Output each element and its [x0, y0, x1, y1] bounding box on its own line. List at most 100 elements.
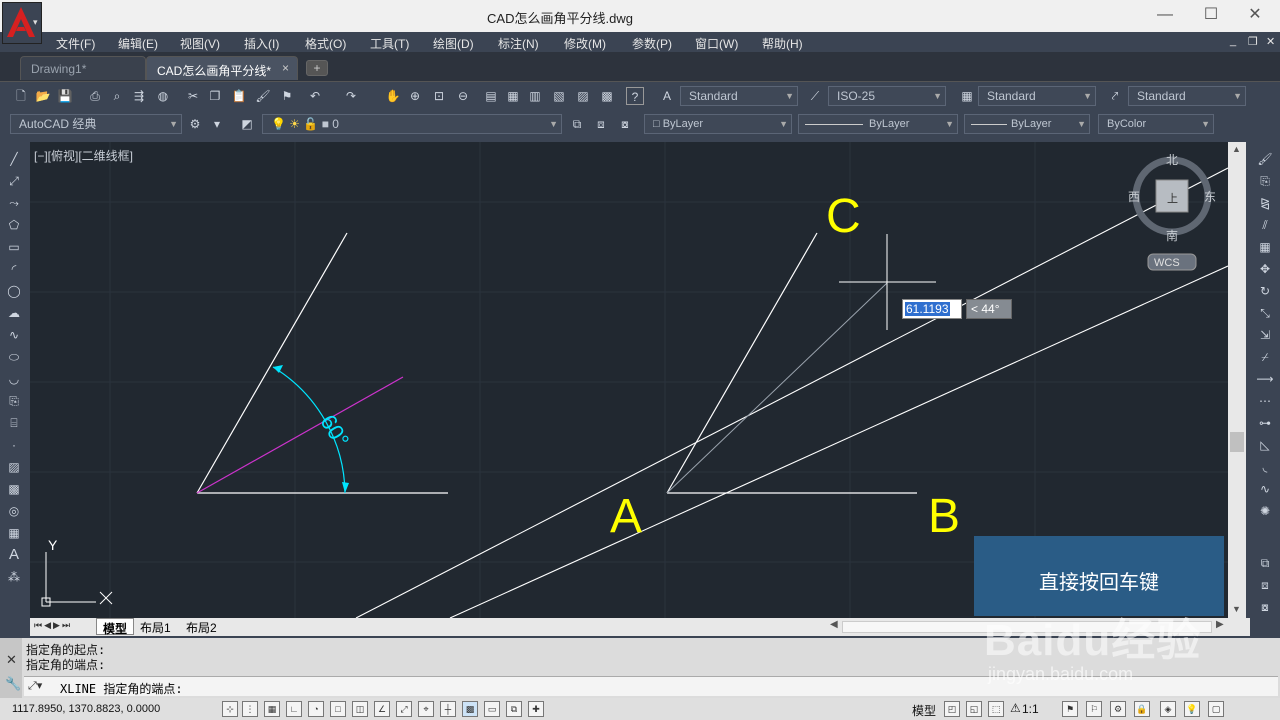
menu-modify[interactable]: 修改(M): [564, 35, 606, 52]
polyline-tool-icon[interactable]: ⤳: [5, 194, 23, 212]
ellipse-tool-icon[interactable]: ⬭: [5, 348, 23, 366]
dynamic-angle-input[interactable]: < 44°: [966, 299, 1012, 319]
maximize-viewport-icon[interactable]: ⬚: [988, 701, 1004, 717]
plotstyle-select[interactable]: ByColor ▼: [1098, 114, 1214, 134]
undo-icon[interactable]: ↶: [306, 87, 324, 105]
open-icon[interactable]: 📂: [34, 87, 52, 105]
tab-model[interactable]: 模型: [96, 618, 135, 636]
tab-layout1[interactable]: 布局1: [136, 618, 175, 635]
table-style-select[interactable]: Standard ▼: [978, 86, 1096, 106]
command-grip[interactable]: ✕ 🔧: [0, 638, 22, 698]
isolate-objects-icon[interactable]: 💡: [1184, 701, 1200, 717]
help-icon[interactable]: ?: [626, 87, 644, 105]
transparency-icon[interactable]: ▩: [462, 701, 478, 717]
menu-tools[interactable]: 工具(T): [370, 35, 409, 52]
scroll-right-icon[interactable]: ▶: [1216, 619, 1224, 630]
tool-palettes-icon[interactable]: ▥: [526, 87, 544, 105]
doc-close-icon[interactable]: ✕: [1266, 35, 1275, 48]
hatch-tool-icon[interactable]: ▨: [5, 458, 23, 476]
layer-previous-icon[interactable]: ⧈: [592, 115, 610, 133]
spline-tool-icon[interactable]: ∿: [5, 326, 23, 344]
annotation-visibility-icon[interactable]: ⚑: [1062, 701, 1078, 717]
fillet-tool-icon[interactable]: ◟: [1256, 458, 1274, 476]
scale-tool-icon[interactable]: ⤡: [1256, 304, 1274, 322]
clean-screen-icon[interactable]: ▢: [1208, 701, 1224, 717]
calculator-icon[interactable]: ▩: [598, 87, 616, 105]
array-tool-icon[interactable]: ▦: [1256, 238, 1274, 256]
text-style-select[interactable]: Standard ▼: [680, 86, 798, 106]
lineweight-icon[interactable]: ┼: [440, 701, 456, 717]
customize-icon[interactable]: ▾: [208, 115, 226, 133]
send-back-icon[interactable]: ⧇: [1256, 598, 1274, 616]
sheet-set-icon[interactable]: ▧: [550, 87, 568, 105]
gradient-tool-icon[interactable]: ▩: [5, 480, 23, 498]
toolbar-lock-icon[interactable]: 🔒: [1134, 701, 1150, 717]
point-tool-icon[interactable]: ·: [5, 436, 23, 454]
region-tool-icon[interactable]: ◎: [5, 502, 23, 520]
menu-help[interactable]: 帮助(H): [762, 35, 803, 52]
join-tool-icon[interactable]: ⊶: [1256, 414, 1274, 432]
new-tab-icon[interactable]: +: [306, 60, 328, 76]
erase-tool-icon[interactable]: 🖌: [1256, 150, 1274, 168]
bring-front-icon[interactable]: ⧈: [1256, 576, 1274, 594]
maximize-button[interactable]: ☐: [1188, 4, 1234, 28]
annotation-monitor-icon[interactable]: ✚: [528, 701, 544, 717]
rectangle-tool-icon[interactable]: ▭: [5, 238, 23, 256]
quick-view-drawings-icon[interactable]: ◱: [966, 701, 982, 717]
chamfer-tool-icon[interactable]: ◺: [1256, 436, 1274, 454]
offset-tool-icon[interactable]: ⫽: [1256, 216, 1274, 234]
table-tool-icon[interactable]: ▦: [5, 524, 23, 542]
blend-tool-icon[interactable]: ∿: [1256, 480, 1274, 498]
quick-properties-icon[interactable]: ▭: [484, 701, 500, 717]
scroll-thumb[interactable]: [1230, 432, 1244, 452]
rotate-tool-icon[interactable]: ↻: [1256, 282, 1274, 300]
arc-tool-icon[interactable]: ◜: [5, 260, 23, 278]
pan-icon[interactable]: ✋: [384, 87, 402, 105]
make-block-tool-icon[interactable]: ⌸: [5, 414, 23, 432]
layer-select[interactable]: 💡 ☀ 🔓 ■ 0 ▼: [262, 114, 562, 134]
menu-draw[interactable]: 绘图(D): [433, 35, 474, 52]
quick-view-layouts-icon[interactable]: ◰: [944, 701, 960, 717]
infer-constraints-icon[interactable]: ⊹: [222, 701, 238, 717]
dynamic-ucs-icon[interactable]: ⤢: [396, 701, 412, 717]
linetype-select[interactable]: ByLayer ▼: [798, 114, 958, 134]
snap-mode-icon[interactable]: ⋮: [242, 701, 258, 717]
bisector-line[interactable]: [196, 376, 404, 494]
plot-preview-icon[interactable]: ⌕: [108, 87, 126, 105]
paste-icon[interactable]: 📋: [230, 87, 248, 105]
wrench-icon[interactable]: 🔧: [5, 676, 21, 692]
tab-layout2[interactable]: 布局2: [182, 618, 221, 635]
scroll-left-icon[interactable]: ◀: [830, 619, 838, 630]
dynamic-input-icon[interactable]: ⌖: [418, 701, 434, 717]
menu-edit[interactable]: 编辑(E): [118, 35, 158, 52]
menu-format[interactable]: 格式(O): [305, 35, 346, 52]
cut-icon[interactable]: ✂: [184, 87, 202, 105]
markup-icon[interactable]: ▨: [574, 87, 592, 105]
menu-dimension[interactable]: 标注(N): [498, 35, 539, 52]
zoom-window-icon[interactable]: ⊡: [430, 87, 448, 105]
tab-close-icon[interactable]: ×: [282, 61, 289, 75]
menu-file[interactable]: 文件(F): [56, 35, 95, 52]
tab-drawing1[interactable]: Drawing1*: [20, 56, 146, 80]
tab-current-drawing[interactable]: CAD怎么画角平分线* ×: [146, 56, 298, 80]
viewport-controls[interactable]: [−][俯视][二维线框]: [34, 147, 133, 164]
3d-snap-icon[interactable]: ◫: [352, 701, 368, 717]
auto-scale-icon[interactable]: ⚐: [1086, 701, 1102, 717]
lineweight-select[interactable]: ByLayer ▼: [964, 114, 1090, 134]
doc-minimize-icon[interactable]: _: [1230, 35, 1236, 47]
move-tool-icon[interactable]: ✥: [1256, 260, 1274, 278]
object-snap-tracking-icon[interactable]: ∠: [374, 701, 390, 717]
insert-block-tool-icon[interactable]: ⎘: [5, 392, 23, 410]
model-space-toggle[interactable]: 模型: [912, 702, 936, 719]
dynamic-length-input[interactable]: 61.1193: [902, 299, 962, 319]
mirror-tool-icon[interactable]: ⧎: [1256, 194, 1274, 212]
color-select[interactable]: □ ByLayer ▼: [644, 114, 792, 134]
multileader-style-select[interactable]: Standard ▼: [1128, 86, 1246, 106]
new-icon[interactable]: 🗋: [12, 87, 30, 105]
workspace-settings-icon[interactable]: ⚙: [186, 115, 204, 133]
workspace-switch-icon[interactable]: ⚙: [1110, 701, 1126, 717]
doc-restore-icon[interactable]: ❐: [1248, 35, 1258, 48]
match-properties-icon[interactable]: 🖌: [254, 87, 272, 105]
revision-cloud-tool-icon[interactable]: ☁: [5, 304, 23, 322]
explode-tool-icon[interactable]: ✺: [1256, 502, 1274, 520]
